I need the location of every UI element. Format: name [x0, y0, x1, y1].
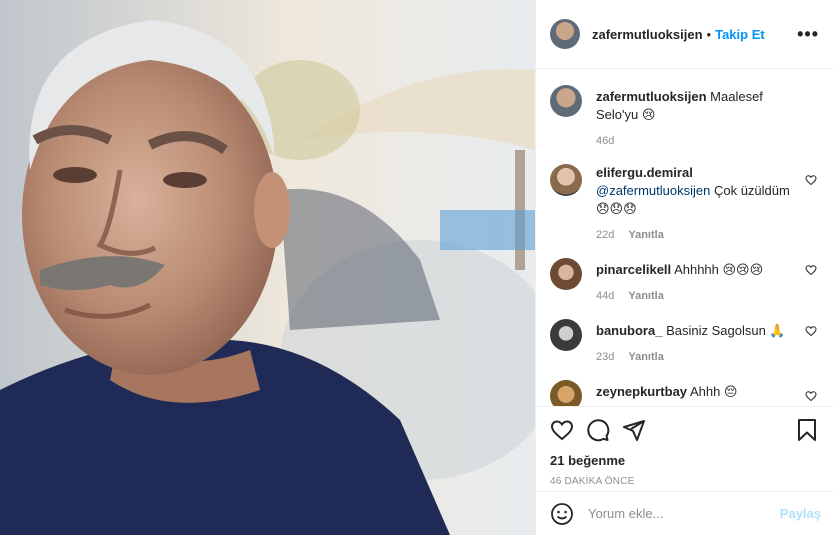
caption-meta: 46d: [596, 132, 797, 150]
reply-button[interactable]: Yanıtla: [628, 226, 663, 244]
commenter-avatar[interactable]: [550, 319, 582, 351]
commenter-avatar[interactable]: [550, 258, 582, 290]
header-separator: •: [706, 26, 712, 42]
comment-username[interactable]: pinarcelikell: [596, 262, 671, 277]
post-timestamp[interactable]: 46 DAKİKA ÖNCE: [550, 476, 819, 487]
comment-text: Basiniz Sagolsun 🙏: [666, 323, 786, 338]
comment-body: banubora_ Basiniz Sagolsun 🙏 23d Yanıtla: [596, 319, 819, 366]
post-actions: 21 beğenme 46 DAKİKA ÖNCE: [536, 406, 833, 487]
post-modal: zafermutluoksijen • Takip Et ••• zafermu…: [0, 0, 833, 535]
like-comment-heart-icon[interactable]: [805, 264, 817, 276]
comment-input[interactable]: [588, 506, 780, 521]
more-options-icon[interactable]: •••: [797, 25, 819, 43]
like-comment-heart-icon[interactable]: [805, 390, 817, 402]
reply-button[interactable]: Yanıtla: [628, 287, 663, 305]
post-comment-button[interactable]: Paylaş: [780, 506, 821, 521]
like-count[interactable]: 21 beğenme: [550, 453, 819, 468]
comment-item: banubora_ Basiniz Sagolsun 🙏 23d Yanıtla: [550, 319, 819, 366]
comment-age: 22d: [596, 229, 615, 241]
comment-item: zeynepkurtbay Ahhh 😔: [550, 380, 819, 406]
caption-body: zafermutluoksijen Maalesef Selo'yu 😢 46d: [596, 85, 819, 150]
caption-username[interactable]: zafermutluoksijen: [596, 89, 707, 104]
comments-list[interactable]: zafermutluoksijen Maalesef Selo'yu 😢 46d…: [536, 69, 833, 406]
comment-age: 23d: [596, 351, 615, 363]
heart-icon[interactable]: [550, 418, 574, 442]
comment-body: pinarcelikell Ahhhhh 😢😢😢 44d Yanıtla: [596, 258, 819, 305]
emoji-icon[interactable]: [550, 502, 574, 526]
comment-icon[interactable]: [586, 418, 610, 442]
comment-text: Ahhhhh 😢😢😢: [674, 262, 764, 277]
comment-meta: 22d Yanıtla: [596, 226, 797, 244]
action-icons: [550, 415, 819, 445]
comment-item: elifergu.demiral @zafermutluoksijen Çok …: [550, 164, 819, 244]
comment-age: 44d: [596, 290, 615, 302]
portrait-image: [0, 0, 535, 535]
comment-username[interactable]: zeynepkurtbay: [596, 384, 687, 399]
comment-username[interactable]: elifergu.demiral: [596, 165, 693, 180]
bookmark-icon[interactable]: [795, 418, 819, 442]
caption-age: 46d: [596, 135, 615, 147]
like-comment-heart-icon[interactable]: [805, 325, 817, 337]
share-icon[interactable]: [622, 418, 646, 442]
comment-body: elifergu.demiral @zafermutluoksijen Çok …: [596, 164, 819, 244]
comment-mention[interactable]: @zafermutluoksijen: [596, 183, 710, 198]
comment-username[interactable]: banubora_: [596, 323, 662, 338]
caption-avatar[interactable]: [550, 85, 582, 117]
author-username[interactable]: zafermutluoksijen: [592, 27, 703, 42]
post-header: zafermutluoksijen • Takip Et •••: [536, 0, 833, 69]
author-avatar[interactable]: [550, 19, 580, 49]
post-photo[interactable]: [0, 0, 535, 535]
comment-meta: 23d Yanıtla: [596, 348, 797, 366]
comment-text: Ahhh 😔: [689, 384, 738, 399]
comment-body: zeynepkurtbay Ahhh 😔: [596, 380, 819, 406]
comment-meta: 44d Yanıtla: [596, 287, 797, 305]
caption: zafermutluoksijen Maalesef Selo'yu 😢 46d: [550, 85, 819, 150]
comment-composer: Paylaş: [536, 491, 833, 535]
commenter-avatar[interactable]: [550, 380, 582, 406]
like-comment-heart-icon[interactable]: [805, 174, 817, 186]
commenter-avatar[interactable]: [550, 164, 582, 196]
comment-item: pinarcelikell Ahhhhh 😢😢😢 44d Yanıtla: [550, 258, 819, 305]
post-sidebar: zafermutluoksijen • Takip Et ••• zafermu…: [535, 0, 833, 535]
reply-button[interactable]: Yanıtla: [628, 348, 663, 366]
follow-button[interactable]: Takip Et: [715, 27, 765, 42]
